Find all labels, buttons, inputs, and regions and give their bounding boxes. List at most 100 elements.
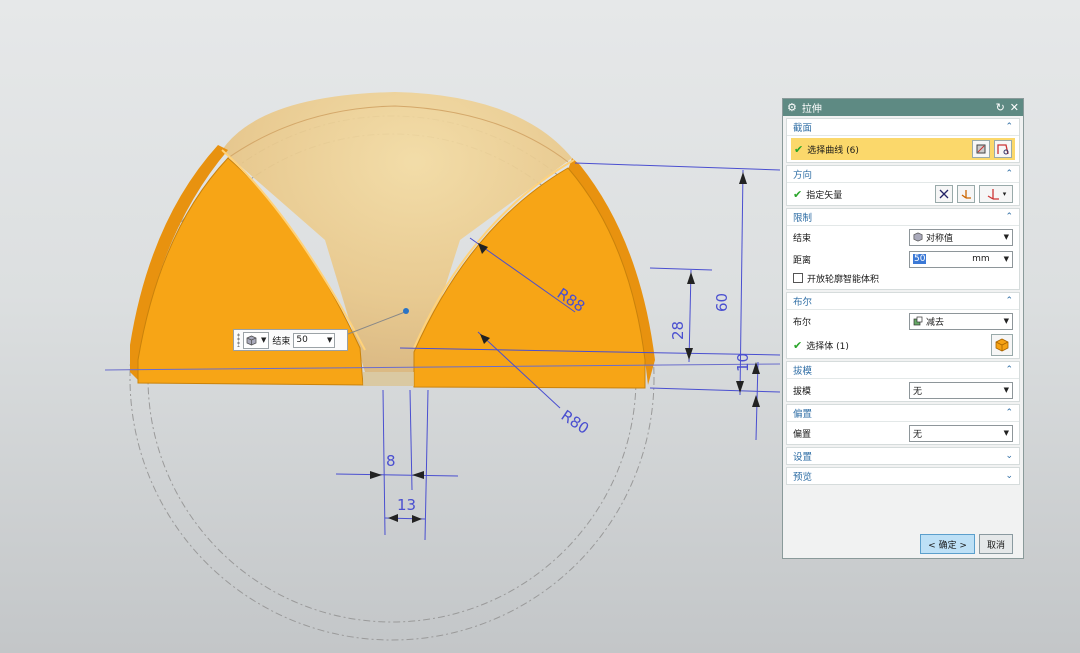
offset-title: 偏置 xyxy=(793,409,813,420)
chevron-up-icon[interactable]: ⌃ xyxy=(1005,408,1013,418)
dialog-title: 拉伸 xyxy=(801,104,822,115)
center-slot xyxy=(363,372,414,386)
select-curve-row[interactable]: ✔ 选择曲线 (6) xyxy=(791,138,1015,160)
vector-type-dropdown[interactable]: ▾ xyxy=(979,185,1013,203)
float-end-value: 50 xyxy=(296,335,308,345)
check-icon: ✔ xyxy=(794,142,804,156)
open-profile-checkbox[interactable] xyxy=(793,273,803,283)
draft-row: 拔模 无 ▼ xyxy=(787,379,1019,401)
open-profile-row[interactable]: 开放轮廓智能体积 xyxy=(787,270,1019,289)
dim-28-label[interactable]: 28 xyxy=(669,321,687,340)
distance-row: 距离 50 mm ▼ xyxy=(787,248,1019,270)
solid-body-icon xyxy=(913,232,923,242)
distance-input[interactable]: 50 mm ▼ xyxy=(909,250,1013,268)
draft-title: 拔模 xyxy=(793,366,813,377)
dialog-footer: < 确定 > 取消 xyxy=(783,534,1023,554)
offset-select[interactable]: 无 ▼ xyxy=(909,424,1013,442)
boolean-select[interactable]: 减去 ▼ xyxy=(909,312,1013,330)
dim-r80-label[interactable]: R80 xyxy=(558,406,593,437)
offset-header[interactable]: 偏置 ⌃ xyxy=(787,405,1019,422)
curve-button[interactable] xyxy=(994,140,1012,158)
extrude-dialog: ⚙ 拉伸 ↻ ✕ 截面 ⌃ ✔ 选择曲线 (6) 方向 ⌃ ✔ 指定矢量 ▾ 限… xyxy=(782,98,1024,559)
solid-body-icon xyxy=(246,335,257,345)
cancel-button[interactable]: 取消 xyxy=(978,534,1013,554)
select-curve-label: 选择曲线 (6) xyxy=(807,145,859,156)
draft-select[interactable]: 无 ▼ xyxy=(909,381,1013,399)
boolean-row: 布尔 减去 ▼ xyxy=(787,310,1019,332)
distance-value[interactable]: 50 xyxy=(913,254,927,264)
select-body-label: 选择体 (1) xyxy=(806,341,849,352)
specify-vector-label: 指定矢量 xyxy=(806,190,843,201)
offset-row: 偏置 无 ▼ xyxy=(787,422,1019,444)
settings-group: 设置 ⌄ xyxy=(786,447,1020,465)
boolean-title: 布尔 xyxy=(793,297,813,308)
chevron-down-icon[interactable]: ▼ xyxy=(327,336,332,344)
distance-unit: mm xyxy=(972,254,990,264)
end-option-value: 对称值 xyxy=(926,233,954,244)
chevron-up-icon[interactable]: ⌃ xyxy=(1005,296,1013,306)
dialog-titlebar[interactable]: ⚙ 拉伸 ↻ ✕ xyxy=(783,99,1023,116)
direction-header[interactable]: 方向 ⌃ xyxy=(787,166,1019,183)
chevron-up-icon[interactable]: ⌃ xyxy=(1005,212,1013,222)
chevron-up-icon[interactable]: ⌃ xyxy=(1005,365,1013,375)
vector-icon xyxy=(961,190,971,199)
chevron-up-icon[interactable]: ⌃ xyxy=(1005,169,1013,179)
dim-60-label[interactable]: 60 xyxy=(713,293,731,312)
settings-title: 设置 xyxy=(793,452,813,463)
boolean-header[interactable]: 布尔 ⌃ xyxy=(787,293,1019,310)
boolean-group: 布尔 ⌃ 布尔 减去 ▼ ✔ 选择体 (1) xyxy=(786,292,1020,359)
reverse-direction-button[interactable] xyxy=(935,185,953,203)
float-end-value-field[interactable]: 50 ▼ xyxy=(293,332,336,348)
chevron-down-icon: ▼ xyxy=(1003,317,1009,325)
chevron-down-icon: ▼ xyxy=(1003,386,1009,394)
section-header[interactable]: 截面 ⌃ xyxy=(787,119,1019,136)
boolean-label: 布尔 xyxy=(793,317,812,328)
draft-value: 无 xyxy=(913,386,923,397)
reset-icon[interactable]: ↻ xyxy=(996,102,1005,113)
dim-10-label[interactable]: 10 xyxy=(734,353,752,372)
specify-vector-row[interactable]: ✔ 指定矢量 ▾ xyxy=(787,183,1019,205)
preview-header[interactable]: 预览 ⌄ xyxy=(787,468,1019,484)
limits-title: 限制 xyxy=(793,213,813,224)
axis-triad-icon xyxy=(987,189,999,200)
open-profile-label: 开放轮廓智能体积 xyxy=(807,274,880,285)
chevron-up-icon[interactable]: ⌃ xyxy=(1005,122,1013,132)
sketch-icon xyxy=(976,144,986,154)
draft-group: 拔模 ⌃ 拔模 无 ▼ xyxy=(786,361,1020,402)
drag-grip-icon[interactable] xyxy=(237,333,240,347)
select-body-button[interactable] xyxy=(991,334,1013,356)
chevron-down-icon[interactable]: ⌄ xyxy=(1005,451,1013,461)
vector-dialog-button[interactable] xyxy=(957,185,975,203)
float-end-label: 结束 xyxy=(272,336,291,347)
end-label: 结束 xyxy=(793,233,812,244)
select-body-row[interactable]: ✔ 选择体 (1) xyxy=(787,332,1019,358)
chevron-down-icon: ▾ xyxy=(1002,190,1007,198)
draft-label: 拔模 xyxy=(793,386,812,397)
dim-8-label[interactable]: 8 xyxy=(386,452,396,470)
preview-title: 预览 xyxy=(793,472,813,483)
dim-13-label[interactable]: 13 xyxy=(397,496,416,514)
sketch-section-button[interactable] xyxy=(972,140,990,158)
close-icon[interactable]: ✕ xyxy=(1010,102,1019,113)
extrude-handle[interactable] xyxy=(403,308,409,314)
ok-button[interactable]: < 确定 > xyxy=(920,534,975,554)
on-screen-end-input[interactable]: ▼ 结束 50 ▼ xyxy=(233,329,348,351)
chevron-down-icon[interactable]: ▼ xyxy=(1004,255,1009,263)
end-option-select[interactable]: 对称值 ▼ xyxy=(909,228,1013,246)
limits-group: 限制 ⌃ 结束 对称值 ▼ 距离 50 mm ▼ 开放轮廓智能体积 xyxy=(786,208,1020,290)
check-icon: ✔ xyxy=(793,187,803,201)
offset-group: 偏置 ⌃ 偏置 无 ▼ xyxy=(786,404,1020,445)
chevron-down-icon[interactable]: ⌄ xyxy=(1005,471,1013,481)
gear-icon: ⚙ xyxy=(787,101,797,114)
reverse-direction-icon xyxy=(939,189,949,199)
limits-header[interactable]: 限制 ⌃ xyxy=(787,209,1019,226)
settings-header[interactable]: 设置 ⌄ xyxy=(787,448,1019,464)
offset-label: 偏置 xyxy=(793,429,812,440)
direction-group: 方向 ⌃ ✔ 指定矢量 ▾ xyxy=(786,165,1020,206)
end-type-dropdown[interactable]: ▼ xyxy=(243,331,270,349)
section-title: 截面 xyxy=(793,123,813,134)
draft-header[interactable]: 拔模 ⌃ xyxy=(787,362,1019,379)
offset-value: 无 xyxy=(913,429,923,440)
end-row: 结束 对称值 ▼ xyxy=(787,226,1019,248)
subtract-icon xyxy=(913,316,923,326)
